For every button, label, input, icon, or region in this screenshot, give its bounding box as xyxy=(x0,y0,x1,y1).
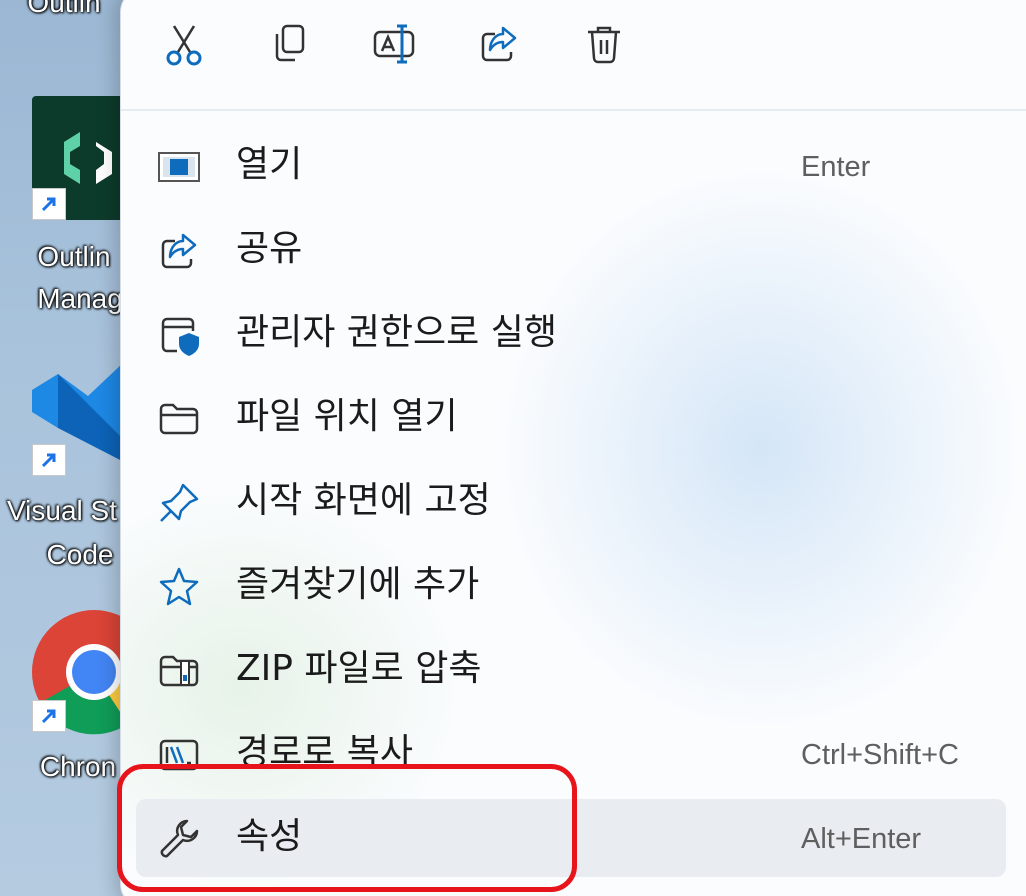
star-icon xyxy=(156,564,202,610)
menu-item-run-as-admin[interactable]: 관리자 권한으로 실행 xyxy=(136,295,1006,373)
rename-icon xyxy=(373,24,415,64)
menu-item-label: 시작 화면에 고정 xyxy=(236,480,491,521)
desktop-shortcut-label: Chron xyxy=(39,751,117,782)
menu-item-label: 열기 xyxy=(236,144,303,185)
menu-item-share[interactable]: 공유 xyxy=(136,211,1006,289)
menu-item-shortcut: Ctrl+Shift+C xyxy=(801,739,959,771)
pin-icon xyxy=(156,480,202,526)
desktop-shortcut-label: Visual St xyxy=(7,495,117,526)
shortcut-arrow-icon xyxy=(32,444,66,476)
share-button[interactable] xyxy=(474,19,524,69)
open-window-icon xyxy=(156,144,202,190)
menu-item-open-file-location[interactable]: 파일 위치 열기 xyxy=(136,379,1006,457)
desktop-shortcut-label-line2: Manag xyxy=(37,283,123,314)
menu-item-shortcut: Alt+Enter xyxy=(801,823,922,855)
menu-item-label: 파일 위치 열기 xyxy=(236,396,458,437)
menu-item-add-to-favorites[interactable]: 즐겨찾기에 추가 xyxy=(136,547,1006,625)
cut-icon xyxy=(166,25,202,66)
menu-item-shortcut: Enter xyxy=(801,151,871,183)
desktop-shortcut-label: Outlin xyxy=(37,241,111,272)
delete-icon xyxy=(588,26,620,64)
menu-item-label: 공유 xyxy=(236,228,303,269)
desktop-shortcut-label-line2: Code xyxy=(46,539,114,570)
menu-item-compress-zip[interactable]: ZIP 파일로 압축 xyxy=(136,631,1006,709)
shortcut-arrow-icon xyxy=(32,188,66,220)
toolbar-divider xyxy=(121,109,1026,111)
highlight-annotation-box xyxy=(117,764,577,892)
menu-item-open[interactable]: 열기 Enter xyxy=(136,127,1006,205)
copy-icon xyxy=(275,24,305,62)
delete-button[interactable] xyxy=(579,19,629,69)
context-menu-toolbar xyxy=(121,1,1026,97)
desktop-shortcut-label: Outlin xyxy=(27,0,101,18)
menu-item-label: 즐겨찾기에 추가 xyxy=(236,564,480,605)
cut-button[interactable] xyxy=(159,19,209,69)
rename-button[interactable] xyxy=(369,19,419,69)
menu-item-label: ZIP 파일로 압축 xyxy=(236,648,482,689)
desktop-icons: Outlin Outlin Manag Visual St Code Chron xyxy=(0,0,130,896)
folder-icon xyxy=(156,396,202,442)
shortcut-arrow-icon xyxy=(32,700,66,732)
menu-item-pin-to-start[interactable]: 시작 화면에 고정 xyxy=(136,463,1006,541)
shield-window-icon xyxy=(156,312,202,358)
context-menu: 열기 Enter 공유 관리자 권한으로 실행 파일 위치 열기 시작 화면에 … xyxy=(120,0,1026,896)
share-icon xyxy=(156,228,202,274)
copy-button[interactable] xyxy=(264,19,314,69)
menu-item-label: 관리자 권한으로 실행 xyxy=(236,312,557,353)
share-icon xyxy=(481,26,517,62)
zip-folder-icon xyxy=(156,648,202,694)
